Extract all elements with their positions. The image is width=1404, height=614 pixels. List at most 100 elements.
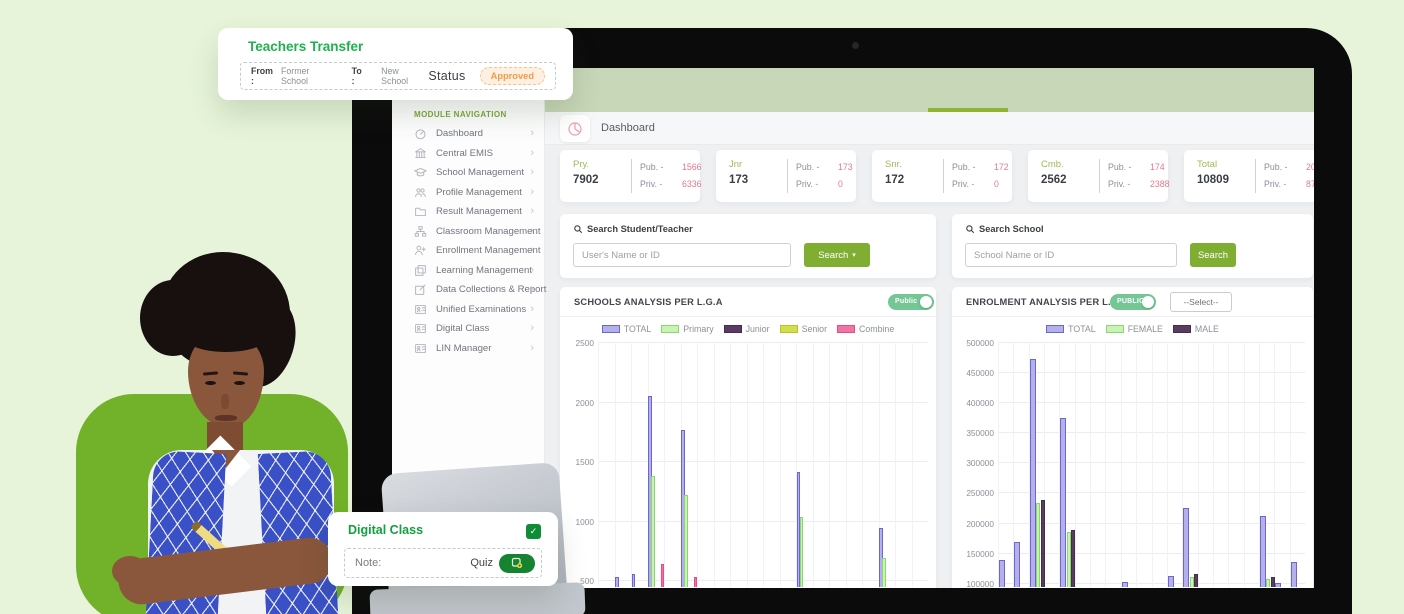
stat-pub-value: 1566 (682, 162, 702, 172)
bar-total (1014, 542, 1020, 587)
stat-pub-row: Pub. -173 (796, 162, 819, 172)
chevron-right-icon: › (530, 167, 534, 178)
legend-item: TOTAL (1046, 324, 1096, 334)
bar-female (1266, 579, 1270, 587)
sidebar-item-data-collections-report[interactable]: Data Collections & Report › (392, 280, 545, 300)
teachers-transfer-card: Teachers Transfer From : Former School T… (218, 28, 573, 100)
stat-priv-value: 6336 (682, 179, 702, 189)
sidebar-item-profile-management[interactable]: Profile Management › (392, 183, 545, 203)
gridline (1152, 342, 1153, 587)
gridline (1228, 342, 1229, 587)
chart-plot (598, 342, 928, 587)
lga-select[interactable]: --Select-- (1170, 292, 1232, 312)
gridline (829, 342, 830, 587)
search-student-button[interactable]: Search▾ (804, 243, 870, 267)
sidebar-item-lin-manager[interactable]: LIN Manager › (392, 339, 545, 359)
y-tick-label: 300000 (952, 458, 994, 468)
gridline (780, 342, 781, 587)
divider (1099, 159, 1100, 193)
search-school-button[interactable]: Search (1190, 243, 1236, 267)
sidebar-item-dashboard[interactable]: Dashboard › (392, 124, 545, 144)
legend-swatch (780, 325, 798, 333)
digital-class-card: Digital Class ✓ Note: Quiz (328, 512, 558, 586)
stat-card-total: Total 10809 Pub. -2085 Priv. -8724 (1184, 150, 1314, 202)
search-panel-heading: Search Student/Teacher (573, 224, 693, 234)
gridline (1090, 342, 1091, 587)
y-tick-label: 2000 (560, 398, 594, 408)
student-eye (205, 381, 216, 385)
users-icon (414, 186, 427, 199)
search-student-input[interactable] (573, 243, 791, 267)
sidebar-item-result-management[interactable]: Result Management › (392, 202, 545, 222)
legend-swatch (602, 325, 620, 333)
chevron-right-icon: › (530, 148, 534, 159)
gridline (631, 342, 632, 587)
legend-item: TOTAL (602, 324, 652, 334)
legend-swatch (724, 325, 742, 333)
sidebar-item-label: Digital Class (436, 323, 489, 334)
search-icon (965, 224, 975, 234)
sitemap-icon (414, 225, 427, 238)
bar-combine (661, 564, 665, 587)
bar-male (1071, 530, 1075, 587)
chart-title: ENROLMENT ANALYSIS PER L.G.A (966, 297, 1128, 307)
to-label: To : (352, 66, 366, 86)
search-panel-heading: Search School (965, 224, 1044, 234)
bar-male (1194, 574, 1198, 587)
stat-priv-row: Priv. -0 (796, 179, 818, 189)
student-hairline (182, 318, 270, 352)
stat-pub-row: Pub. -172 (952, 162, 975, 172)
bar-primary (684, 495, 688, 587)
sidebar-item-label: Learning Management (436, 265, 532, 276)
note-label: Note: (355, 557, 381, 569)
sidebar-item-learning-management[interactable]: Learning Management › (392, 261, 545, 281)
stat-value: 10809 (1197, 174, 1229, 186)
chevron-right-icon: › (530, 323, 534, 334)
stat-pub-value: 172 (994, 162, 1009, 172)
bar-total (1168, 576, 1174, 587)
user-plus-icon (414, 244, 427, 257)
chevron-right-icon: › (530, 304, 534, 315)
stat-card-cmb: Cmb. 2562 Pub. -174 Priv. -2388 (1028, 150, 1168, 202)
sidebar-item-unified-examinations[interactable]: Unified Examinations › (392, 300, 545, 320)
search-school-input[interactable] (965, 243, 1177, 267)
sidebar-item-enrollment-management[interactable]: Enrollment Management › (392, 241, 545, 261)
bar-total (632, 574, 636, 587)
sidebar-item-classroom-management[interactable]: Classroom Management › (392, 222, 545, 242)
public-toggle[interactable]: Public (888, 294, 934, 310)
sidebar-item-label: Unified Examinations (436, 304, 526, 315)
caret-down-icon: ▾ (852, 251, 856, 259)
sidebar-item-school-management[interactable]: School Management › (392, 163, 545, 183)
sidebar-item-central-emis[interactable]: Central EMIS › (392, 144, 545, 164)
bar-total (1183, 508, 1189, 587)
sidebar-item-label: Central EMIS (436, 148, 493, 159)
check-icon[interactable]: ✓ (526, 524, 541, 539)
bar-combine (694, 577, 698, 587)
chevron-right-icon: › (530, 187, 534, 198)
sidebar-items: Dashboard › Central EMIS › School Manage… (392, 124, 545, 358)
chevron-right-icon: › (530, 265, 534, 276)
pencil-square-icon (414, 283, 427, 296)
quiz-add-icon (511, 557, 523, 569)
chart-legend: TOTALFEMALEMALE (952, 324, 1313, 334)
bar-female (1067, 532, 1071, 587)
graduation-cap-icon (414, 166, 427, 179)
gridline (1274, 342, 1275, 587)
sidebar-item-digital-class[interactable]: Digital Class › (392, 319, 545, 339)
enrolment-analysis-chart-card: ENROLMENT ANALYSIS PER L.G.A PUBLIC --Se… (952, 287, 1313, 588)
sidebar-item-label: Dashboard (436, 128, 483, 139)
from-label: From : (251, 66, 275, 86)
stat-pub-row: Pub. -2085 (1264, 162, 1287, 172)
bar-total (1275, 583, 1281, 587)
folder-icon (414, 205, 427, 218)
gridline (1167, 342, 1168, 587)
quiz-add-button[interactable] (499, 554, 535, 573)
gridline (1244, 342, 1245, 587)
bar-total (1030, 359, 1036, 587)
hero-composite: MODULE NAVIGATION Dashboard › Central EM… (0, 0, 1404, 614)
sidebar-item-label: LIN Manager (436, 343, 491, 354)
sidebar-item-label: Classroom Management (436, 226, 541, 237)
gridline (1136, 342, 1137, 587)
public-toggle[interactable]: PUBLIC (1110, 294, 1156, 310)
stat-priv-value: 0 (838, 179, 843, 189)
